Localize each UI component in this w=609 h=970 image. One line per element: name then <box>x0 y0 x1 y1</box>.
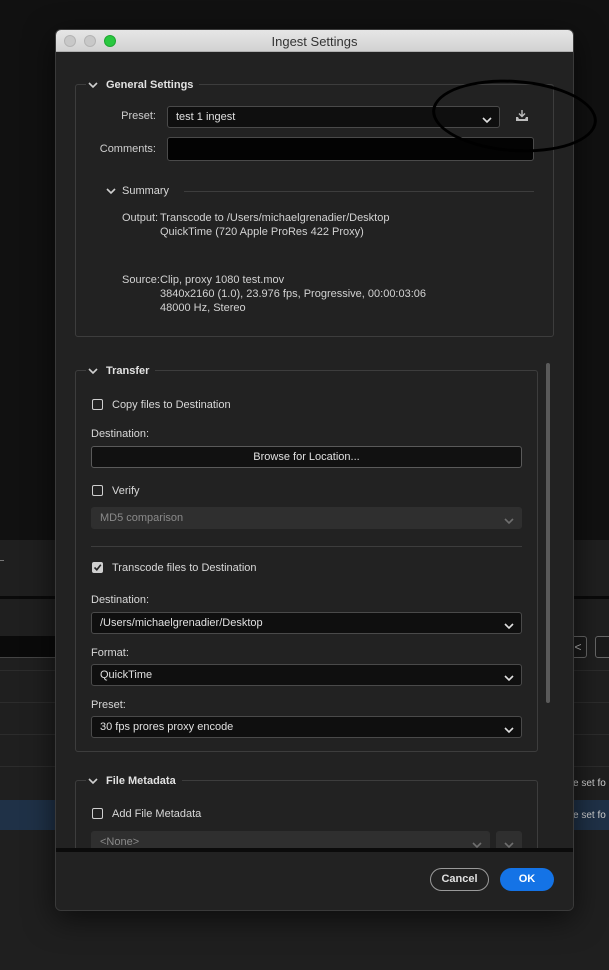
preset-label: Preset: <box>121 110 156 122</box>
background-row-text: e set fo <box>573 810 606 821</box>
chevron-down-icon <box>503 618 515 630</box>
transcode-destination-label: Destination: <box>91 594 150 606</box>
transcode-checkbox[interactable] <box>92 562 103 573</box>
background-dash <box>0 560 4 561</box>
copy-files-label: Copy files to Destination <box>112 399 231 411</box>
file-metadata-header[interactable]: File Metadata <box>86 774 182 788</box>
chevron-down-icon[interactable] <box>86 774 100 788</box>
comments-label: Comments: <box>99 143 156 155</box>
source-label: Source: <box>122 274 160 286</box>
copy-files-checkbox[interactable] <box>92 399 103 410</box>
verify-label: Verify <box>112 485 140 497</box>
ingest-settings-dialog: Ingest Settings General Settings Preset:… <box>55 29 574 911</box>
metadata-value: <None> <box>100 836 140 848</box>
general-settings-header[interactable]: General Settings <box>86 78 200 92</box>
transcode-preset-dropdown[interactable]: 30 fps prores proxy encode <box>91 716 522 738</box>
verify-checkbox[interactable] <box>92 485 103 496</box>
transcode-preset-label: Preset: <box>91 699 126 711</box>
transcode-destination-value: /Users/michaelgrenadier/Desktop <box>100 617 263 629</box>
dialog-footer: Cancel OK <box>56 848 573 910</box>
cancel-button[interactable]: Cancel <box>430 868 489 891</box>
chevron-down-icon <box>503 837 515 849</box>
window-title: Ingest Settings <box>271 34 358 49</box>
chevron-down-icon <box>471 837 483 849</box>
output-line-1: Transcode to /Users/michaelgrenadier/Des… <box>160 212 390 224</box>
format-label: Format: <box>91 647 129 659</box>
background-field <box>0 636 56 658</box>
verify-method-value: MD5 comparison <box>100 512 184 524</box>
transcode-preset-value: 30 fps prores proxy encode <box>100 721 234 733</box>
add-metadata-checkbox[interactable] <box>92 808 103 819</box>
format-dropdown[interactable]: QuickTime <box>91 664 522 686</box>
scrollbar-thumb[interactable] <box>546 363 550 703</box>
summary-title: Summary <box>122 185 170 197</box>
transfer-header[interactable]: Transfer <box>86 364 156 378</box>
section-title: General Settings <box>106 79 194 91</box>
add-metadata-label: Add File Metadata <box>112 808 202 820</box>
chevron-down-icon <box>503 722 515 734</box>
preset-value: test 1 ingest <box>176 111 236 123</box>
chevron-down-icon <box>503 513 515 525</box>
browse-location-button[interactable]: Browse for Location... <box>91 446 522 468</box>
transfer-divider <box>91 546 522 547</box>
transcode-label: Transcode files to Destination <box>112 562 257 574</box>
section-title: File Metadata <box>106 775 176 787</box>
chevron-down-icon[interactable] <box>104 184 118 198</box>
verify-method-dropdown: MD5 comparison <box>91 507 522 529</box>
copy-destination-label: Destination: <box>91 428 150 440</box>
source-line-3: 48000 Hz, Stereo <box>160 302 246 314</box>
transfer-section: Transfer Copy files to Destination Desti… <box>75 364 538 752</box>
summary-divider <box>184 191 534 192</box>
format-value: QuickTime <box>100 669 153 681</box>
background-row-text: e set fo <box>573 778 606 789</box>
ok-button[interactable]: OK <box>500 868 554 891</box>
transcode-destination-dropdown[interactable]: /Users/michaelgrenadier/Desktop <box>91 612 522 634</box>
output-label: Output: <box>122 212 159 224</box>
chevron-down-icon[interactable] <box>86 364 100 378</box>
title-bar[interactable]: Ingest Settings <box>56 30 573 52</box>
output-line-2: QuickTime (720 Apple ProRes 422 Proxy) <box>160 226 364 238</box>
background-next-button[interactable] <box>595 636 609 658</box>
section-title: Transfer <box>106 365 150 377</box>
chevron-down-icon <box>503 670 515 682</box>
summary-header[interactable]: Summary <box>104 184 175 198</box>
source-line-1: Clip, proxy 1080 test.mov <box>160 274 285 286</box>
source-line-2: 3840x2160 (1.0), 23.976 fps, Progressive… <box>160 288 427 300</box>
chevron-down-icon[interactable] <box>86 78 100 92</box>
